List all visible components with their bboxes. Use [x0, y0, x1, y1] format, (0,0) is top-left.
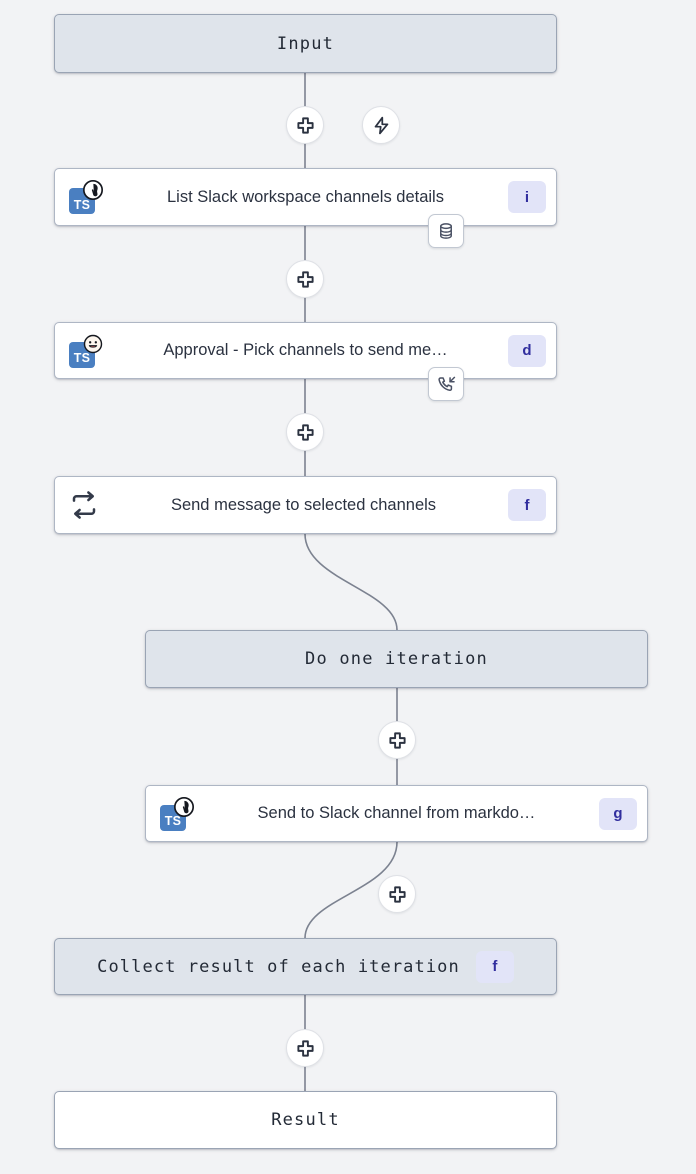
typescript-deno-icon: TS — [69, 180, 103, 214]
phone-incoming-icon — [437, 375, 456, 394]
plus-icon — [296, 116, 315, 135]
database-icon — [437, 222, 455, 240]
database-kind-badge[interactable] — [428, 214, 464, 248]
add-step-after-send-slack-button[interactable] — [378, 875, 416, 913]
node-approval-badge[interactable]: d — [508, 334, 546, 367]
plus-icon — [296, 270, 315, 289]
typescript-deno-icon: TS — [160, 796, 194, 831]
deno-emblem-icon — [83, 180, 103, 200]
node-do-one-iteration[interactable]: Do one iteration — [145, 630, 648, 688]
add-step-after-input-button[interactable] — [286, 106, 324, 144]
add-step-after-collect-button[interactable] — [286, 1029, 324, 1067]
add-step-after-approval-button[interactable] — [286, 413, 324, 451]
plus-icon — [296, 1039, 315, 1058]
plus-icon — [388, 885, 407, 904]
node-collect-result-badge[interactable]: f — [475, 950, 514, 983]
add-trigger-after-input-button[interactable] — [362, 106, 400, 144]
node-input[interactable]: Input — [54, 14, 557, 73]
node-input-label: Input — [276, 33, 335, 54]
node-send-to-slack-label: Send to Slack channel from markdo… — [257, 804, 536, 822]
add-step-after-do-one-iteration-button[interactable] — [378, 721, 416, 759]
plus-icon — [296, 423, 315, 442]
add-step-after-list-channels-button[interactable] — [286, 260, 324, 298]
node-list-slack-channels-label: List Slack workspace channels details — [167, 187, 444, 206]
deno-emblem-icon — [174, 796, 194, 817]
node-list-slack-channels-badge[interactable]: i — [508, 181, 546, 213]
plus-icon — [388, 731, 407, 750]
lightning-icon — [372, 116, 391, 135]
node-collect-result-label: Collect result of each iteration — [97, 956, 460, 977]
node-result[interactable]: Result — [54, 1091, 557, 1149]
phone-incoming-kind-badge[interactable] — [428, 367, 464, 401]
node-for-loop-label: Send message to selected channels — [170, 495, 437, 514]
node-send-to-slack-badge[interactable]: g — [599, 797, 637, 830]
edge-forloop-to-iteration — [304, 533, 398, 631]
node-do-one-iteration-label: Do one iteration — [305, 649, 488, 669]
node-for-loop[interactable]: Send message to selected channels f — [54, 476, 557, 534]
node-list-slack-channels[interactable]: TS List Slack workspace channels details… — [54, 168, 557, 226]
node-for-loop-badge[interactable]: f — [508, 489, 546, 521]
node-send-to-slack[interactable]: TS Send to Slack channel from markdo… g — [145, 785, 648, 842]
typescript-approval-icon: TS — [69, 334, 103, 368]
node-result-label: Result — [271, 1110, 340, 1130]
node-approval[interactable]: TS Approval - Pick channels to send me… … — [54, 322, 557, 379]
workflow-canvas[interactable]: Input TS List Slack workspace channels d… — [0, 0, 696, 1174]
smiley-face-emblem-icon — [83, 334, 103, 353]
node-collect-result[interactable]: Collect result of each iteration f — [54, 938, 557, 995]
node-approval-label: Approval - Pick channels to send me… — [163, 341, 448, 359]
loop-repeat-icon — [69, 490, 99, 520]
